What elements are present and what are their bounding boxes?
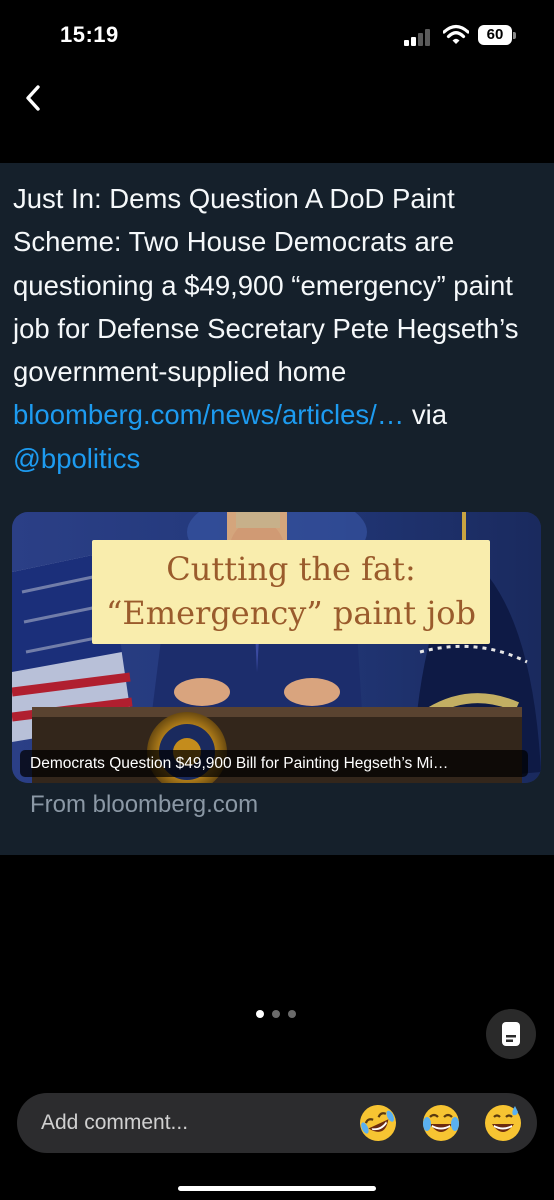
link-source[interactable]: From bloomberg.com	[30, 791, 258, 819]
document-icon	[502, 1022, 520, 1046]
clock: 15:19	[60, 22, 119, 47]
battery-icon: 60	[478, 25, 516, 45]
back-button[interactable]	[18, 82, 50, 114]
battery-level: 60	[486, 26, 504, 43]
link-card-title: Democrats Question $49,900 Bill for Pain…	[20, 750, 528, 777]
tears-of-joy-emoji[interactable]	[420, 1102, 462, 1144]
page-dot-2[interactable]	[272, 1010, 280, 1018]
add-comment-input[interactable]: Add comment...	[41, 1093, 188, 1153]
rolling-on-floor-laughing-emoji[interactable]	[357, 1102, 399, 1144]
chevron-left-icon	[26, 85, 40, 111]
article-link[interactable]: bloomberg.com/news/articles/…	[13, 399, 404, 430]
post-body: Just In: Dems Question A DoD Paint Schem…	[13, 183, 519, 388]
via-text: via	[404, 399, 448, 431]
screen: 15:19 60 Just In: Dems Question A DoD Pa…	[0, 0, 554, 1200]
link-card-image[interactable]: Cutting the fat: “Emergency” paint job D…	[12, 512, 541, 783]
home-indicator	[178, 1186, 376, 1191]
overlay-line-1: Cutting the fat:	[166, 550, 416, 588]
overlay-line-2: “Emergency” paint job	[106, 594, 476, 632]
status-bar: 15:19 60	[0, 0, 554, 70]
comment-bar: Add comment...	[17, 1093, 537, 1153]
grinning-sweat-emoji[interactable]	[482, 1102, 524, 1144]
wifi-icon	[443, 24, 469, 44]
page-dot-1[interactable]	[256, 1010, 264, 1018]
cellular-signal-icon	[404, 28, 434, 46]
mention-link[interactable]: @bpolitics	[13, 443, 140, 474]
headline-overlay: Cutting the fat: “Emergency” paint job	[92, 540, 490, 644]
notes-button[interactable]	[486, 1009, 536, 1059]
page-dot-3[interactable]	[288, 1010, 296, 1018]
post-card[interactable]: Just In: Dems Question A DoD Paint Schem…	[0, 163, 554, 855]
post-text: Just In: Dems Question A DoD Paint Schem…	[13, 177, 543, 480]
